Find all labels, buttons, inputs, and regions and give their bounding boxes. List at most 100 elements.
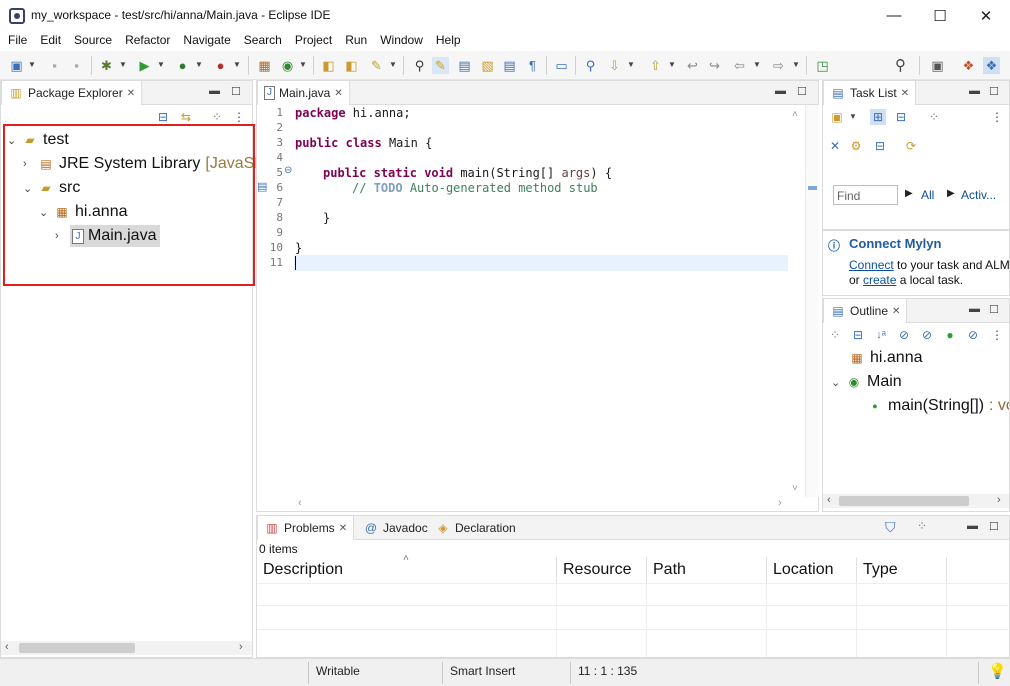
minimize-view-icon[interactable]: ▬: [775, 85, 786, 97]
new-java-class-icon[interactable]: ◉: [279, 57, 296, 74]
coverage-dropdown-icon[interactable]: ▼: [195, 59, 203, 71]
code-editor[interactable]: package hi.anna; public class Main { pub…: [295, 106, 775, 276]
collapse-all-icon[interactable]: ⊟: [155, 109, 171, 125]
view-menu-icon[interactable]: ⋮: [231, 109, 247, 125]
collapse-all-icon[interactable]: ⊟: [872, 138, 888, 154]
scroll-right-icon[interactable]: ›: [239, 641, 243, 653]
chevron-down-icon[interactable]: ⌄: [831, 376, 841, 389]
search-icon[interactable]: ⚲: [892, 57, 909, 74]
scroll-right-icon[interactable]: ›: [778, 497, 782, 509]
ruler-marker[interactable]: [808, 186, 817, 190]
run-dropdown-icon[interactable]: ▼: [157, 59, 165, 71]
back-dropdown-icon[interactable]: ▼: [753, 59, 761, 71]
scroll-left-icon[interactable]: ‹: [827, 494, 831, 506]
hide-local-types-icon[interactable]: ⊘: [965, 327, 981, 343]
open-type-icon[interactable]: ◧: [320, 57, 337, 74]
synchronize-icon[interactable]: ⟳: [903, 138, 919, 154]
toggle-block-selection-icon[interactable]: ▤: [456, 57, 473, 74]
new-java-package-icon[interactable]: ▦: [256, 57, 273, 74]
new-task-icon[interactable]: ▣: [829, 109, 845, 125]
maximize-button[interactable]: ☐: [917, 0, 963, 31]
tab-task-list[interactable]: ▤ Task List ✕: [823, 81, 917, 105]
search-dropdown-icon[interactable]: ▼: [389, 59, 397, 71]
scheduled-icon[interactable]: ⊟: [893, 109, 909, 125]
scroll-left-icon[interactable]: ‹: [5, 641, 9, 653]
run-icon[interactable]: ▶: [136, 57, 153, 74]
view-menu-dots-icon[interactable]: ⁘: [917, 519, 927, 533]
outline-item-method[interactable]: ● main(String[]) : void: [867, 395, 1009, 417]
debug-dropdown-icon[interactable]: ▼: [119, 59, 127, 71]
tab-main-java[interactable]: J Main.java ✕: [257, 81, 350, 105]
minimize-button[interactable]: —: [871, 0, 917, 31]
close-tab-icon[interactable]: ✕: [127, 88, 135, 99]
close-tab-icon[interactable]: ✕: [892, 306, 900, 317]
column-header-type[interactable]: Type: [857, 557, 947, 583]
save-all-icon[interactable]: ▪: [68, 57, 85, 74]
menu-search[interactable]: Search: [244, 31, 288, 51]
lightbulb-icon[interactable]: 💡: [988, 662, 1007, 680]
open-perspective-icon[interactable]: ▣: [929, 57, 946, 74]
sort-icon[interactable]: ↓ᵃ: [873, 327, 889, 343]
menu-refactor[interactable]: Refactor: [125, 31, 176, 51]
menu-run[interactable]: Run: [345, 31, 373, 51]
horizontal-scrollbar[interactable]: ‹ ›: [1, 641, 252, 655]
previous-annotation-icon[interactable]: ⇧: [647, 57, 664, 74]
view-menu-icon[interactable]: ⋮: [989, 327, 1005, 343]
vertical-scrollbar[interactable]: ˄ ˅: [789, 105, 805, 497]
forward-dropdown-icon[interactable]: ▼: [792, 59, 800, 71]
view-menu-dots-icon[interactable]: ⁘: [926, 109, 942, 125]
scroll-up-icon[interactable]: ˄: [792, 109, 798, 120]
close-tab-icon[interactable]: ✕: [339, 523, 347, 534]
next-annotation-dropdown-icon[interactable]: ▼: [627, 59, 635, 71]
minimize-view-icon[interactable]: ▬: [209, 85, 220, 97]
connect-link[interactable]: Connect: [849, 258, 894, 272]
column-header-description[interactable]: Description: [257, 557, 557, 583]
minimize-view-icon[interactable]: ▬: [967, 520, 978, 532]
last-edit-location-icon[interactable]: ↩: [684, 57, 701, 74]
minimize-view-icon[interactable]: ▬: [969, 303, 980, 315]
presentation-icon[interactable]: ▭: [553, 57, 570, 74]
forward-icon[interactable]: ⇨: [770, 57, 787, 74]
open-console-icon[interactable]: ◳: [814, 57, 831, 74]
column-header-path[interactable]: Path: [647, 557, 767, 583]
new-class-dropdown-icon[interactable]: ▼: [299, 59, 307, 71]
toggle-mark-occurrences-icon[interactable]: ✎: [432, 57, 449, 74]
maximize-view-icon[interactable]: ☐: [797, 85, 807, 98]
hide-fields-icon[interactable]: ⊘: [896, 327, 912, 343]
tab-declaration[interactable]: ◈ Declaration: [429, 516, 522, 540]
scroll-right-icon[interactable]: ›: [997, 494, 1001, 506]
column-header-resource[interactable]: Resource: [557, 557, 647, 583]
new-dropdown-icon[interactable]: ▼: [28, 59, 36, 71]
tab-outline[interactable]: ▤ Outline ✕: [823, 299, 908, 323]
maximize-view-icon[interactable]: ☐: [989, 85, 999, 98]
categorized-icon[interactable]: ⊞: [870, 109, 886, 125]
menu-help[interactable]: Help: [436, 31, 467, 51]
tab-javadoc[interactable]: @ Javadoc: [357, 516, 434, 540]
outline-item-class[interactable]: ⌄ ◉ Main: [831, 371, 902, 393]
scroll-left-icon[interactable]: ‹: [298, 497, 302, 509]
external-tools-icon[interactable]: ●: [212, 57, 229, 74]
menu-window[interactable]: Window: [380, 31, 429, 51]
coverage-icon[interactable]: ●: [174, 57, 191, 74]
create-link[interactable]: create: [863, 273, 896, 287]
hide-completed-icon[interactable]: ✕: [827, 138, 843, 154]
debug-icon[interactable]: ✱: [98, 57, 115, 74]
toggle-breadcrumb-icon[interactable]: ⚲: [411, 57, 428, 74]
search-tool-icon[interactable]: ✎: [368, 57, 385, 74]
focus-icon[interactable]: ⚙: [848, 138, 864, 154]
new-icon[interactable]: ▣: [8, 57, 25, 74]
scrollbar-thumb[interactable]: [19, 643, 135, 653]
save-icon[interactable]: ▪: [46, 57, 63, 74]
scrollbar-thumb[interactable]: [839, 496, 969, 506]
task-marker-icon[interactable]: ▤: [257, 180, 267, 193]
last-edit-forward-icon[interactable]: ↪: [706, 57, 723, 74]
back-icon[interactable]: ⇦: [731, 57, 748, 74]
external-tools-dropdown-icon[interactable]: ▼: [233, 59, 241, 71]
menu-edit[interactable]: Edit: [40, 31, 67, 51]
close-tab-icon[interactable]: ✕: [901, 88, 909, 99]
menu-navigate[interactable]: Navigate: [183, 31, 236, 51]
filter-icon[interactable]: ⛉: [885, 519, 896, 536]
close-button[interactable]: ✕: [963, 0, 1009, 31]
menu-file[interactable]: File: [8, 31, 33, 51]
maximize-view-icon[interactable]: ☐: [989, 303, 999, 316]
